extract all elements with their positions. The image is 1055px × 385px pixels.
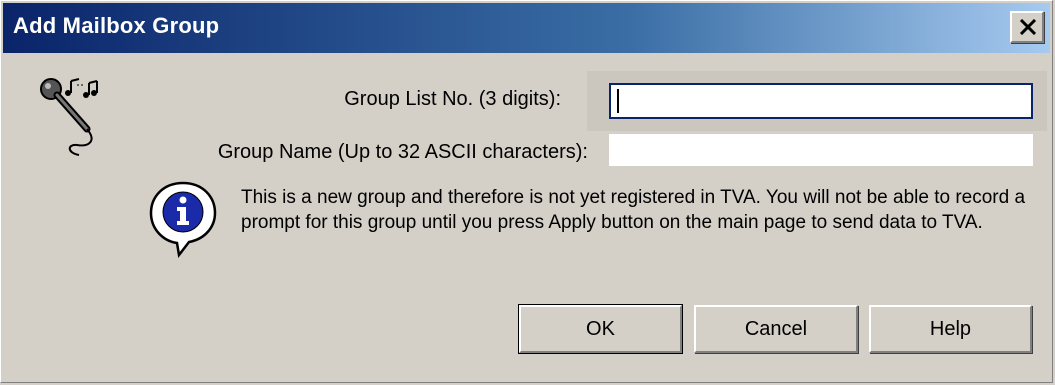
info-icon [149,181,217,259]
add-mailbox-group-dialog: Add Mailbox Group Group List No. (3 digi… [0,0,1053,383]
text-caret [617,89,619,113]
close-button[interactable] [1010,11,1044,43]
ok-button[interactable]: OK [518,304,683,354]
info-message: This is a new group and therefore is not… [241,187,1026,233]
help-button[interactable]: Help [869,305,1032,353]
title-bar[interactable]: Add Mailbox Group [3,3,1050,53]
close-icon [1019,19,1037,35]
dialog-title: Add Mailbox Group [13,13,220,38]
cancel-button[interactable]: Cancel [694,305,858,353]
group-name-label: Group Name (Up to 32 ASCII characters): [217,141,588,163]
group-list-no-input[interactable] [609,83,1033,119]
group-list-no-label: Group List No. (3 digits): [344,88,561,110]
microphone-music-icon [40,78,98,156]
group-name-input[interactable] [609,134,1033,166]
